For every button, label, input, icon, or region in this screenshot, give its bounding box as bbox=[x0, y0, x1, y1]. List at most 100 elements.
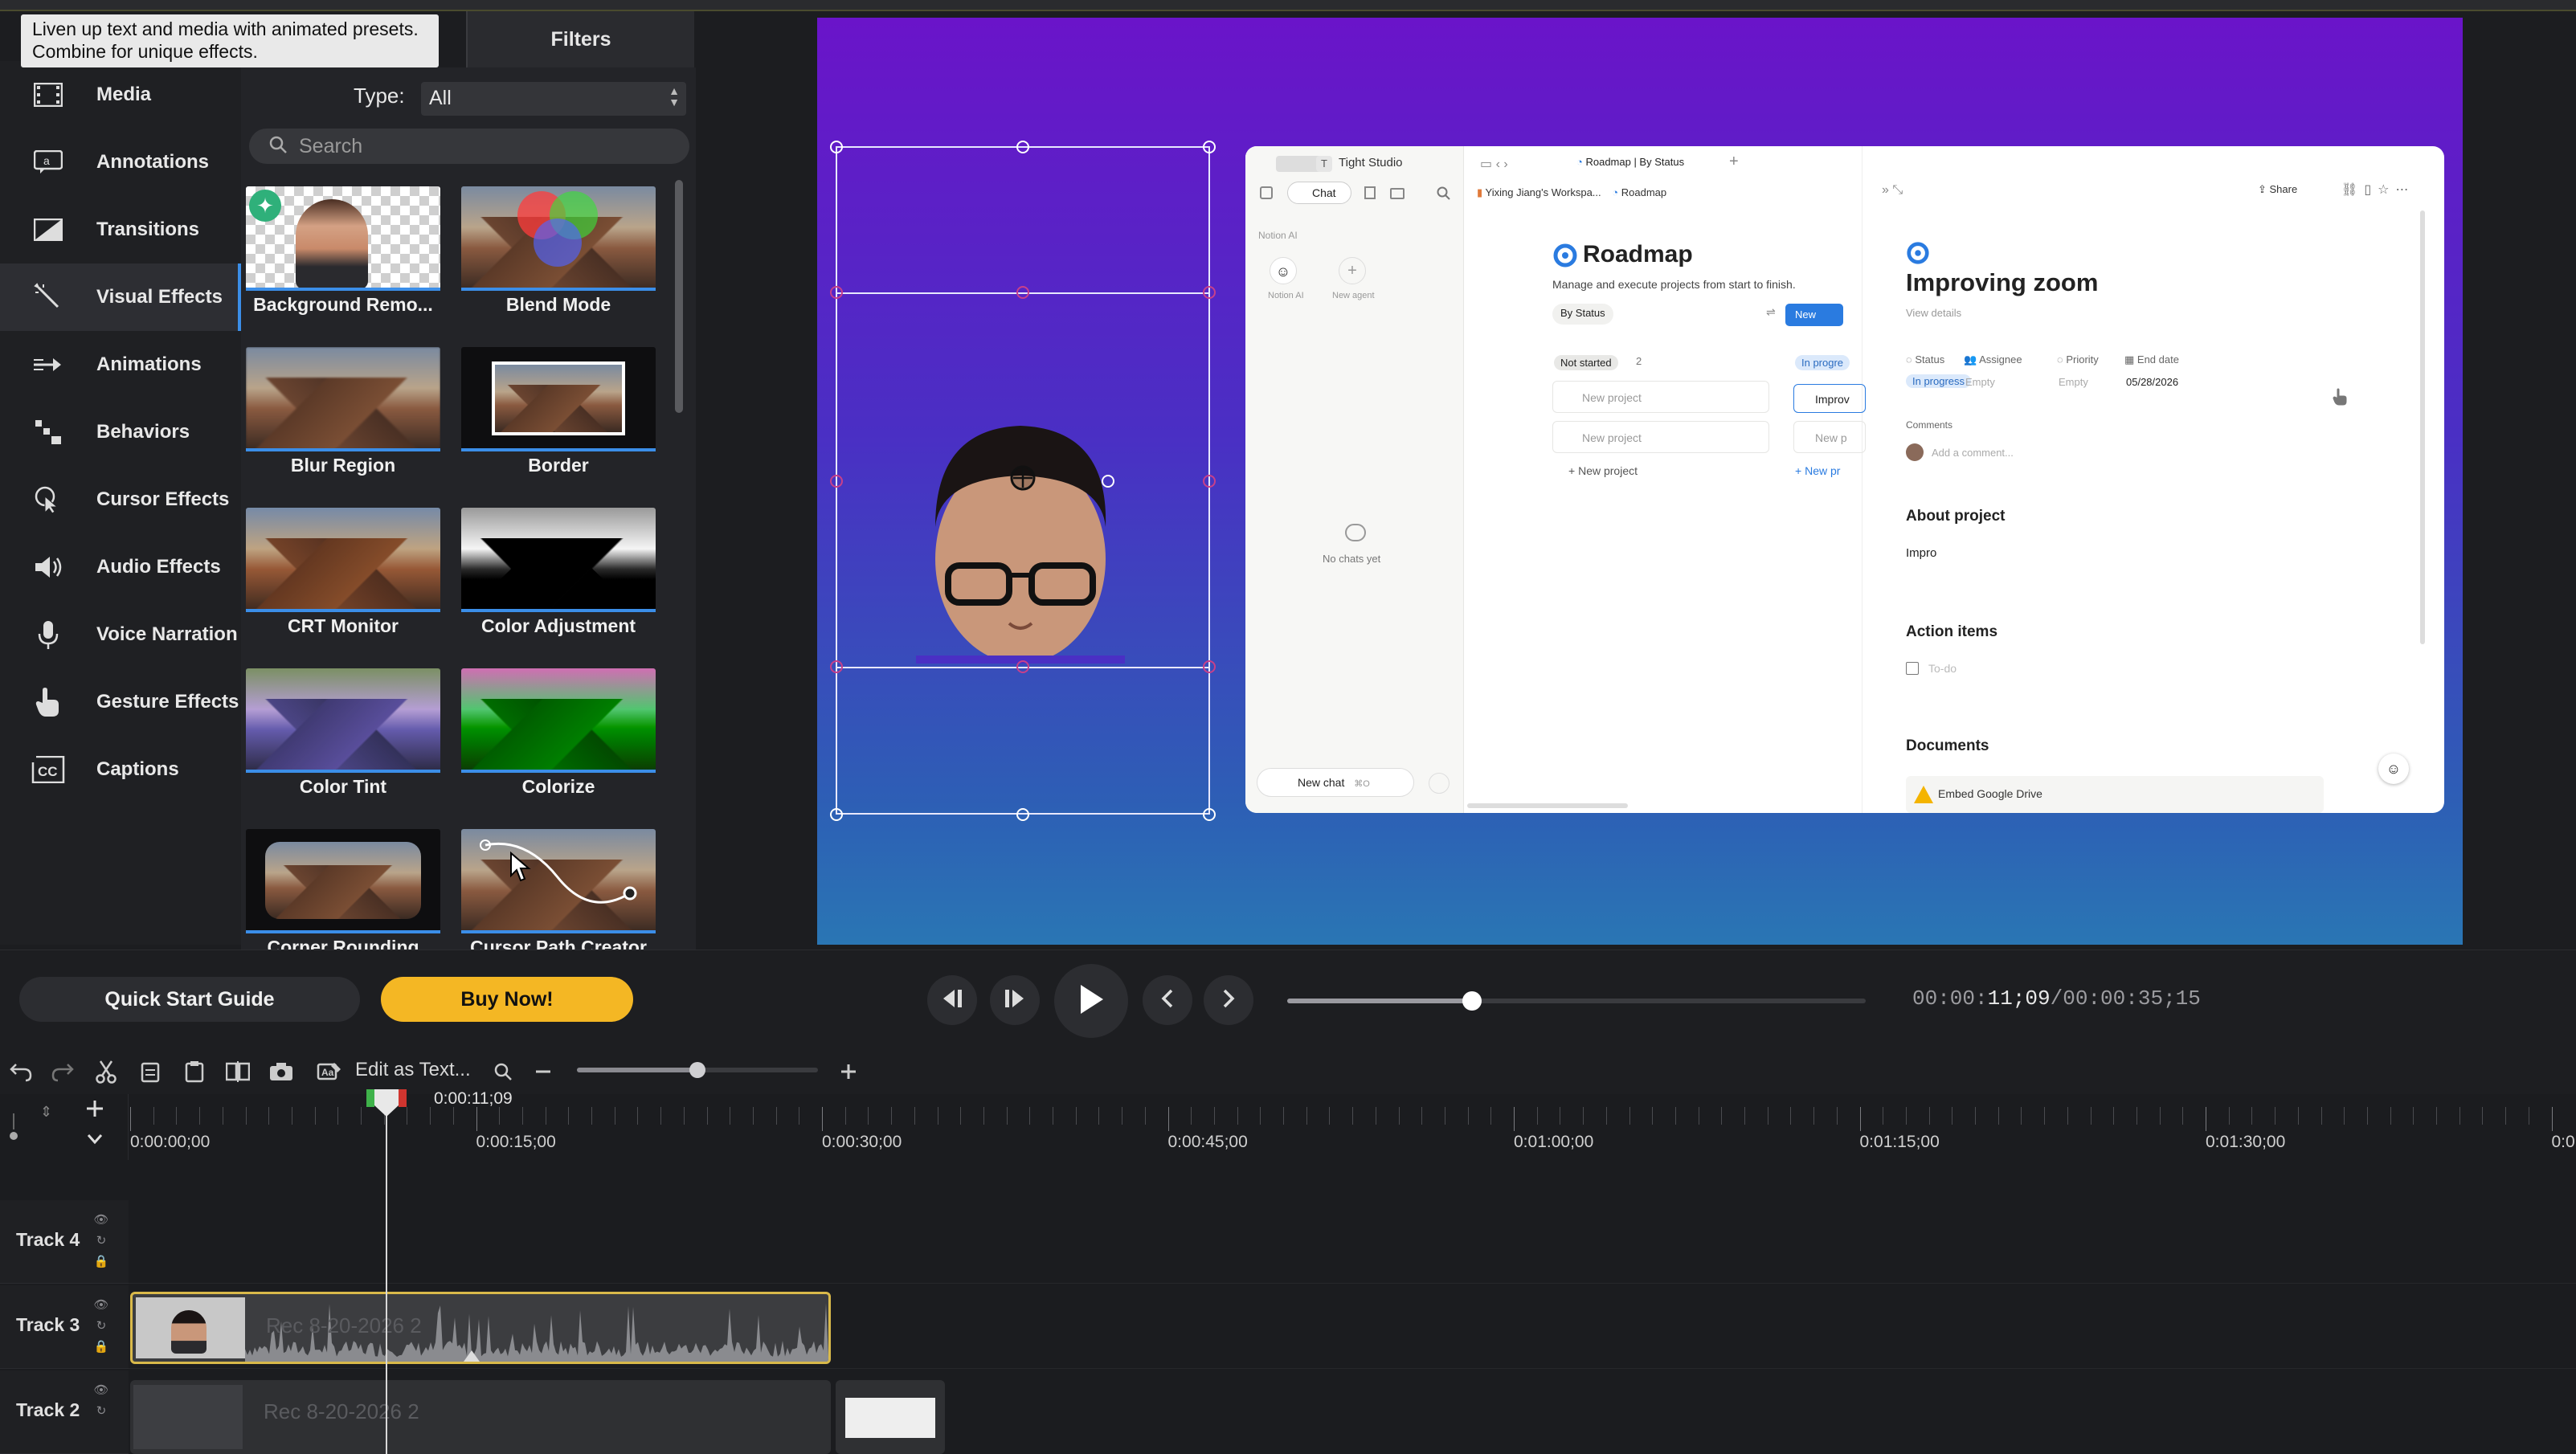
compose-icon[interactable] bbox=[1429, 773, 1450, 794]
sidebar-item-transitions[interactable]: Transitions bbox=[0, 196, 241, 263]
inbox-icon[interactable] bbox=[1390, 188, 1405, 199]
selection-box[interactable] bbox=[830, 141, 1216, 821]
track-visibility-lock-icons[interactable]: 👁 ↻ 🔒 bbox=[93, 1295, 109, 1358]
horizontal-scrollbar[interactable] bbox=[1467, 803, 1628, 808]
step-forward-button[interactable] bbox=[990, 975, 1040, 1025]
home-icon[interactable] bbox=[1260, 186, 1273, 199]
detail-scrollbar[interactable] bbox=[2420, 210, 2425, 644]
resize-handle[interactable] bbox=[830, 141, 843, 153]
effect-tile-blur-region[interactable]: Blur Region bbox=[246, 347, 440, 488]
step-back-button[interactable] bbox=[927, 975, 977, 1025]
crop-handle[interactable] bbox=[830, 286, 843, 299]
effect-tile-colorize[interactable]: Colorize bbox=[461, 668, 656, 810]
browser-tab[interactable]: ◔ Roadmap | By Status bbox=[1576, 156, 1737, 175]
media-clip-track-3[interactable]: Rec 8-20-2026 2 bbox=[130, 1292, 831, 1364]
effect-tile-blend-mode[interactable]: Blend Mode bbox=[461, 186, 656, 328]
add-project-link[interactable]: + New project bbox=[1552, 464, 1638, 477]
effect-tile-corner-rounding[interactable]: Corner Rounding bbox=[246, 829, 440, 950]
playhead-handle[interactable] bbox=[366, 1089, 407, 1125]
new-chat-button[interactable]: New chat ⌘O bbox=[1257, 768, 1414, 797]
end-date-value[interactable]: 05/28/2026 bbox=[2126, 376, 2178, 388]
effect-tile-background-removal[interactable]: ✦ Background Remo... bbox=[246, 186, 440, 328]
board-card[interactable]: New project bbox=[1552, 421, 1769, 453]
crop-handle[interactable] bbox=[1203, 286, 1216, 299]
new-button[interactable]: New bbox=[1785, 304, 1843, 326]
crop-handle[interactable] bbox=[830, 475, 843, 488]
breadcrumb-workspace[interactable]: Yixing Jiang's Workspa... bbox=[1486, 186, 1601, 198]
toolbar-icons[interactable]: ⛓▯☆⋯ bbox=[2341, 182, 2414, 198]
crop-handle[interactable] bbox=[1016, 286, 1029, 299]
notes-icon[interactable] bbox=[1364, 186, 1376, 199]
crop-handle[interactable] bbox=[1203, 475, 1216, 488]
notion-ai-button[interactable]: ☺ bbox=[2378, 754, 2409, 784]
track-height-handle-icon[interactable] bbox=[8, 1110, 19, 1142]
effect-tile-cursor-path-creator[interactable]: Cursor Path Creator bbox=[461, 829, 656, 950]
crop-handle[interactable] bbox=[1016, 660, 1029, 673]
breadcrumb-page[interactable]: Roadmap bbox=[1621, 186, 1666, 198]
track-header-track-4[interactable]: Track 4 👁 ↻ 🔒 bbox=[0, 1200, 129, 1284]
sidebar-item-annotations[interactable]: a Annotations bbox=[0, 129, 241, 196]
board-card[interactable]: New project bbox=[1552, 381, 1769, 413]
embed-drive-block[interactable]: Embed Google Drive bbox=[1906, 776, 2324, 813]
add-agent-icon[interactable]: + bbox=[1339, 257, 1366, 284]
split-button[interactable] bbox=[222, 1057, 254, 1089]
redo-button[interactable] bbox=[47, 1057, 79, 1089]
add-project-link[interactable]: + New pr bbox=[1795, 464, 1840, 477]
sidebar-item-animations[interactable]: Animations bbox=[0, 331, 241, 398]
crop-handle[interactable] bbox=[1203, 660, 1216, 673]
board-card[interactable]: New p bbox=[1793, 421, 1866, 453]
snapshot-button[interactable] bbox=[265, 1057, 297, 1089]
effects-scrollbar[interactable] bbox=[675, 180, 683, 413]
cut-button[interactable] bbox=[90, 1057, 122, 1089]
effect-tile-color-adjustment[interactable]: Color Adjustment bbox=[461, 508, 656, 649]
expand-icons[interactable]: » ⤡ bbox=[1882, 183, 1903, 198]
edit-as-text-button[interactable]: Aa bbox=[313, 1057, 346, 1089]
buy-now-button[interactable]: Buy Now! bbox=[381, 977, 633, 1022]
resize-arrows-icon[interactable]: ⇕ bbox=[40, 1104, 52, 1121]
share-button[interactable]: ⇪ Share bbox=[2258, 183, 2297, 196]
zoom-in-button[interactable] bbox=[832, 1057, 865, 1089]
paste-button[interactable] bbox=[178, 1057, 211, 1089]
copy-button[interactable] bbox=[135, 1057, 167, 1089]
about-text[interactable]: Impro bbox=[1906, 546, 1936, 560]
clip-speed-marker-icon[interactable] bbox=[464, 1350, 480, 1362]
media-clip-track-2[interactable]: Rec 8-20-2026 2 bbox=[130, 1380, 831, 1454]
rotate-handle[interactable] bbox=[1102, 475, 1114, 488]
sidebar-item-media[interactable]: Media bbox=[0, 61, 241, 129]
sidebar-item-audio-effects[interactable]: Audio Effects bbox=[0, 533, 241, 601]
sidebar-item-voice-narration[interactable]: Voice Narration bbox=[0, 601, 241, 668]
board-card-selected[interactable]: Improv bbox=[1793, 384, 1866, 413]
quick-start-button[interactable]: Quick Start Guide bbox=[19, 977, 360, 1022]
zoom-out-button[interactable] bbox=[527, 1057, 559, 1089]
sidebar-item-visual-effects[interactable]: Visual Effects bbox=[0, 263, 241, 331]
chevron-down-icon[interactable] bbox=[84, 1129, 106, 1153]
sidebar-item-behaviors[interactable]: Behaviors bbox=[0, 398, 241, 466]
timeline-search-button[interactable] bbox=[487, 1057, 519, 1089]
previous-marker-button[interactable] bbox=[1143, 975, 1192, 1025]
search-input[interactable] bbox=[299, 134, 669, 158]
move-crosshair-icon[interactable] bbox=[1009, 464, 1037, 496]
resize-handle[interactable] bbox=[1016, 808, 1029, 821]
tab-filters[interactable]: Filters bbox=[466, 11, 694, 67]
resize-handle[interactable] bbox=[830, 808, 843, 821]
next-marker-button[interactable] bbox=[1204, 975, 1253, 1025]
status-value[interactable]: In progress bbox=[1906, 374, 1972, 388]
track-row-track-4[interactable] bbox=[129, 1200, 2576, 1284]
view-details-link[interactable]: View details bbox=[1906, 307, 1961, 319]
undo-button[interactable] bbox=[5, 1057, 37, 1089]
track-visibility-lock-icons[interactable]: 👁 ↻ bbox=[93, 1380, 109, 1422]
add-comment-field[interactable]: Add a comment... bbox=[1932, 447, 2014, 459]
search-box[interactable] bbox=[249, 129, 689, 164]
sidebar-item-gesture-effects[interactable]: Gesture Effects bbox=[0, 668, 241, 736]
resize-handle[interactable] bbox=[1203, 808, 1216, 821]
workspace-name[interactable]: Tight Studio bbox=[1339, 156, 1403, 169]
sidebar-item-captions[interactable]: CC Captions bbox=[0, 736, 241, 803]
play-button[interactable] bbox=[1054, 964, 1128, 1038]
effect-tile-color-tint[interactable]: Color Tint bbox=[246, 668, 440, 810]
priority-value[interactable]: Empty bbox=[2059, 376, 2088, 388]
notion-search-icon[interactable] bbox=[1437, 186, 1451, 205]
nav-arrows-icon[interactable]: ▭ ‹ › bbox=[1480, 156, 1508, 172]
media-clip-track-2-b[interactable] bbox=[836, 1380, 945, 1454]
crop-handle[interactable] bbox=[830, 660, 843, 673]
effect-tile-border[interactable]: Border bbox=[461, 347, 656, 488]
